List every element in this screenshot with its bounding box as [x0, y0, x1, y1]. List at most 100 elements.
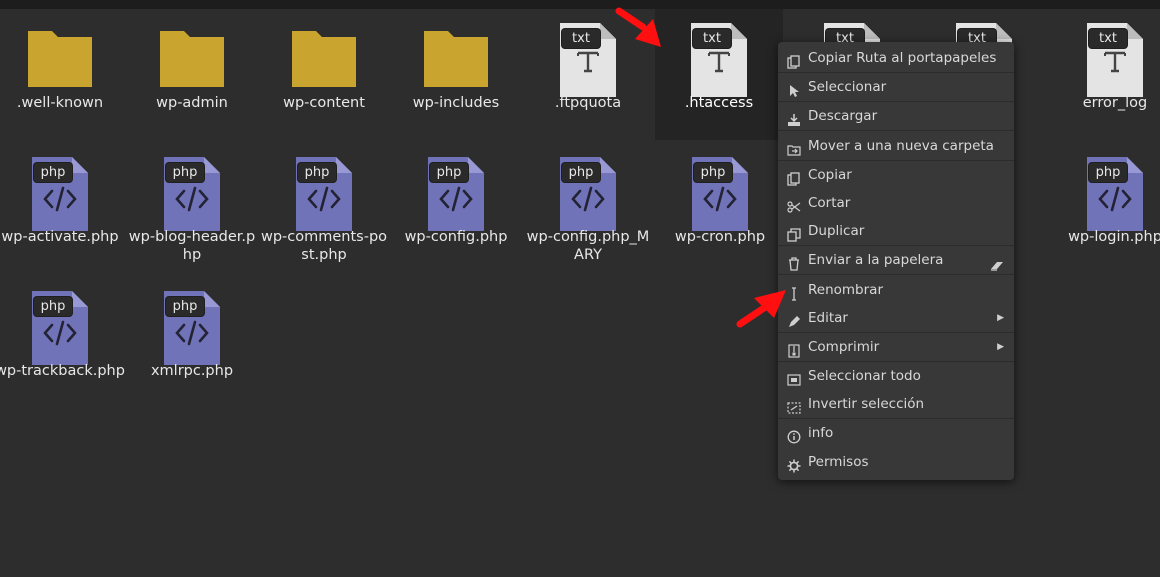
menu-item-label: Enviar a la papelera [808, 252, 944, 268]
menu-item-label: info [808, 425, 834, 441]
file-wp-config[interactable]: php wp-config.php [396, 143, 516, 273]
menu-item-cut[interactable]: Cortar [778, 189, 1014, 217]
menu-item-label: Mover a una nueva carpeta [808, 138, 994, 154]
menu-item-label: Copiar [808, 167, 852, 183]
php-file-icon: php [1079, 155, 1151, 231]
file-type-badge: php [694, 163, 732, 182]
duplicate-icon [787, 224, 801, 242]
move-folder-icon [787, 139, 801, 156]
file-xmlrpc[interactable]: php xmlrpc.php [132, 277, 252, 407]
menu-item-label: Cortar [808, 195, 851, 211]
annotation-arrow-rename [736, 290, 786, 328]
menu-item-edit[interactable]: Editar ▶ [778, 304, 1014, 333]
menu-item-duplicate[interactable]: Duplicar [778, 217, 1014, 246]
file-htaccess[interactable]: txt .htaccess [655, 9, 783, 140]
file-type-badge: php [298, 163, 336, 182]
file-wp-includes[interactable]: wp-includes [396, 9, 516, 139]
file-type-badge: php [430, 163, 468, 182]
file-type-badge: php [562, 163, 600, 182]
copy-path-icon [787, 51, 801, 69]
gear-icon [787, 455, 801, 473]
menu-item-info[interactable]: info [778, 419, 1014, 447]
php-file-icon: php [24, 155, 96, 231]
scissors-icon [787, 196, 801, 213]
menu-item-label: Seleccionar [808, 79, 887, 95]
file-type-badge: txt [693, 29, 731, 48]
file-wp-cron[interactable]: php wp-cron.php [660, 143, 780, 273]
menu-item-label: Editar [808, 310, 848, 326]
php-file-icon: php [156, 155, 228, 231]
file-name: .htaccess [684, 95, 754, 111]
file-wp-activate[interactable]: php wp-activate.php [0, 143, 120, 273]
menu-item-label: Descargar [808, 108, 878, 124]
file-name: error_log [1082, 95, 1148, 111]
file-wp-content[interactable]: wp-content [264, 9, 384, 139]
submenu-arrow-icon: ▶ [997, 342, 1004, 352]
file-name: .ftpquota [554, 95, 622, 111]
file-name: wp-login.php [1068, 229, 1160, 245]
text-file-icon: txt [683, 21, 755, 97]
menu-item-label: Seleccionar todo [808, 368, 921, 384]
file-name: wp-activate.php [1, 229, 119, 245]
menu-item-trash[interactable]: Enviar a la papelera [778, 246, 1014, 275]
menu-item-select[interactable]: Seleccionar [778, 73, 1014, 102]
file-type-badge: php [166, 163, 204, 182]
file-wp-config-mary[interactable]: php wp-config.php_MARY [527, 143, 649, 273]
file-wp-blog-header[interactable]: php wp-blog-header.php [129, 143, 255, 273]
invert-selection-icon [787, 397, 801, 414]
file-wp-trackback[interactable]: php wp-trackback.php [0, 277, 125, 407]
menu-item-label: Comprimir [808, 339, 880, 355]
pointer-icon [787, 80, 801, 97]
file-wp-login[interactable]: php wp-login.php [1055, 143, 1160, 273]
php-file-icon: php [552, 155, 624, 231]
menu-item-rename[interactable]: Renombrar [778, 276, 1014, 304]
folder-icon [420, 21, 492, 97]
copy-icon [787, 168, 801, 186]
menu-item-download[interactable]: Descargar [778, 102, 1014, 131]
menu-item-copy-path[interactable]: Copiar Ruta al portapapeles [778, 44, 1014, 73]
file-error-log[interactable]: txt error_log [1055, 9, 1160, 139]
trash-icon [787, 253, 801, 271]
file-name: wp-blog-header.php [128, 229, 256, 263]
php-file-icon: php [420, 155, 492, 231]
select-all-icon [787, 369, 801, 386]
menu-item-label: Permisos [808, 454, 869, 470]
file-name: wp-comments-post.php [260, 229, 388, 263]
eraser-icon[interactable] [990, 254, 1004, 271]
file-wp-admin[interactable]: wp-admin [132, 9, 252, 139]
file-name: wp-admin [156, 95, 228, 111]
menu-item-label: Invertir selección [808, 396, 925, 412]
info-icon [787, 426, 801, 444]
archive-icon [787, 340, 801, 358]
download-icon [787, 109, 801, 126]
file-type-badge: php [34, 163, 72, 182]
menu-item-move-folder[interactable]: Mover a una nueva carpeta [778, 132, 1014, 161]
menu-item-permissions[interactable]: Permisos [778, 448, 1014, 476]
file-name: wp-trackback.php [0, 363, 125, 379]
php-file-icon: php [684, 155, 756, 231]
menu-item-copy[interactable]: Copiar [778, 161, 1014, 189]
file-well-known[interactable]: .well-known [0, 9, 120, 139]
text-file-icon: txt [1079, 21, 1151, 97]
context-menu: Copiar Ruta al portapapeles Seleccionar … [778, 42, 1014, 480]
file-wp-comments-post[interactable]: php wp-comments-post.php [261, 143, 387, 273]
file-type-badge: txt [562, 29, 600, 48]
menu-item-label: Renombrar [808, 282, 883, 298]
annotation-arrow-htaccess [615, 7, 661, 47]
file-name: xmlrpc.php [150, 363, 234, 379]
text-file-icon: txt [552, 21, 624, 97]
file-name: wp-content [283, 95, 365, 111]
php-file-icon: php [156, 289, 228, 365]
folder-icon [24, 21, 96, 97]
php-file-icon: php [288, 155, 360, 231]
file-type-badge: php [1089, 163, 1127, 182]
menu-item-invert-selection[interactable]: Invertir selección [778, 390, 1014, 419]
folder-icon [288, 21, 360, 97]
menu-item-compress[interactable]: Comprimir ▶ [778, 333, 1014, 362]
file-name: .well-known [16, 95, 104, 111]
submenu-arrow-icon: ▶ [997, 313, 1004, 323]
file-name: wp-includes [412, 95, 500, 111]
file-type-badge: php [34, 297, 72, 316]
file-name: wp-config.php [404, 229, 508, 245]
menu-item-select-all[interactable]: Seleccionar todo [778, 362, 1014, 390]
